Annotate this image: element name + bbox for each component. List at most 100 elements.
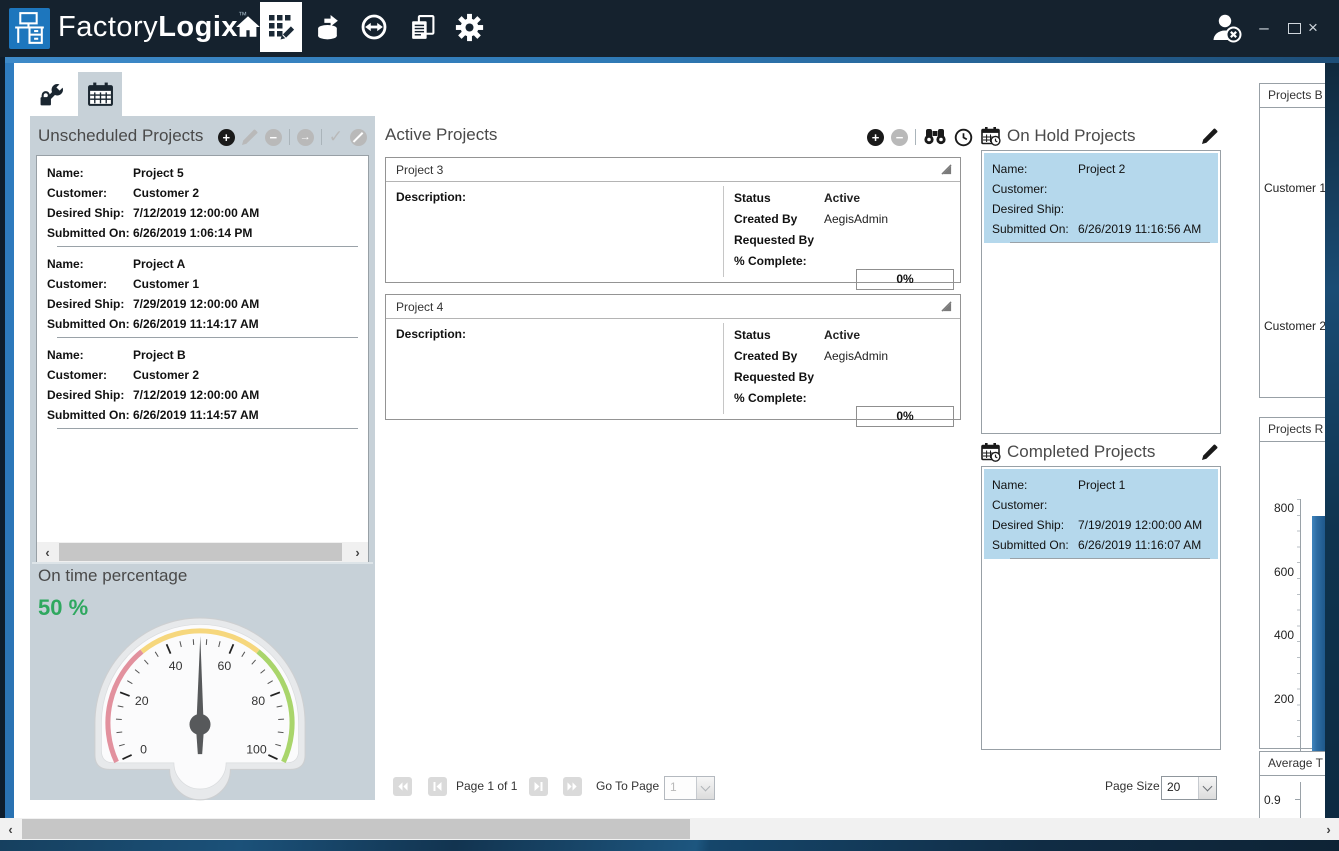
last-page-button[interactable] [563, 777, 582, 796]
active-projects-title: Active Projects [385, 125, 497, 145]
svg-text:40: 40 [169, 659, 183, 673]
nav-distribution-icon[interactable] [353, 2, 395, 52]
list-item[interactable]: Name:Project A Customer:Customer 1 Desir… [37, 247, 368, 334]
add-icon[interactable]: + [218, 129, 235, 146]
scroll-left-arrow[interactable]: ‹ [37, 542, 58, 562]
side-dashboards-clipped: Projects B Customer 1 Customer 2 Project… [1259, 63, 1325, 818]
user-logout-icon[interactable] [1210, 11, 1243, 44]
nav-documents-icon[interactable] [401, 2, 443, 52]
legend-label: Customer 1 [1264, 181, 1325, 195]
first-page-button[interactable] [393, 777, 412, 796]
edit-completed-icon[interactable] [1202, 444, 1218, 460]
list-item[interactable]: Name:Project B Customer:Customer 2 Desir… [37, 338, 368, 425]
svg-text:100: 100 [246, 743, 267, 757]
svg-text:60: 60 [218, 659, 232, 673]
panel-divider [32, 562, 373, 564]
list-item-selected[interactable]: Name:Project 1 Customer: Desired Ship:7/… [984, 469, 1218, 559]
percent-complete-field[interactable]: 0% [856, 269, 954, 290]
edit-on-hold-icon[interactable] [1202, 128, 1218, 144]
calendar-clock-icon [981, 126, 1001, 146]
description-label: Description: [396, 327, 466, 341]
previous-page-button[interactable] [428, 777, 447, 796]
created-by-value: AegisAdmin [824, 346, 888, 367]
y-axis [1300, 782, 1301, 818]
nav-planning-icon[interactable] [260, 2, 302, 52]
unscheduled-projects-title: Unscheduled Projects [38, 126, 203, 146]
chevron-down-icon[interactable] [696, 777, 714, 799]
window-horizontal-scrollbar[interactable]: ‹ › [0, 818, 1339, 840]
average-time-title: Average T [1260, 752, 1325, 776]
project-card: Project 4 Description: StatusActive Crea… [385, 294, 961, 420]
y-axis-tick [1295, 799, 1300, 800]
scroll-thumb[interactable] [22, 819, 690, 839]
completed-list: Name:Project 1 Customer: Desired Ship:7/… [981, 466, 1221, 750]
edit-icon[interactable] [242, 129, 258, 145]
scroll-thumb[interactable] [59, 543, 342, 561]
svg-text:20: 20 [135, 694, 149, 708]
cancel-icon[interactable] [350, 129, 367, 146]
y-tick: 800 [1260, 501, 1294, 515]
list-separator [57, 428, 358, 429]
list-horizontal-scrollbar[interactable]: ‹ › [37, 542, 368, 562]
close-button[interactable]: × [1300, 16, 1326, 40]
remove-icon[interactable]: − [891, 129, 908, 146]
page-size-label: Page Size [1105, 777, 1160, 796]
page-indicator: Page 1 of 1 [456, 777, 517, 796]
project-card-header: Project 4 [386, 295, 960, 319]
toolbar-separator [915, 129, 916, 145]
y-tick: 400 [1260, 628, 1294, 642]
list-separator [1010, 242, 1210, 243]
status-value: Active [824, 325, 860, 346]
window-frame-left [5, 63, 14, 818]
percent-complete-field[interactable]: 0% [856, 406, 954, 427]
window-frame-right [1325, 63, 1339, 818]
average-time-panel: Average T 0.9 [1259, 751, 1325, 818]
card-divider [723, 323, 724, 414]
brand-title: FactoryLogix™ [58, 10, 248, 44]
find-icon[interactable] [923, 127, 947, 147]
add-icon[interactable]: + [867, 129, 884, 146]
project-card-title: Project 4 [396, 300, 443, 314]
history-icon[interactable] [954, 128, 973, 147]
nav-production-icon[interactable] [307, 2, 349, 52]
tab-scheduling[interactable] [78, 72, 122, 116]
on-time-title: On time percentage [38, 566, 187, 586]
chevron-down-icon[interactable] [1198, 777, 1216, 799]
page-size-select[interactable]: 20 [1161, 776, 1217, 800]
y-axis-ticks [1297, 499, 1300, 768]
tab-configuration[interactable] [30, 72, 74, 116]
description-label: Description: [396, 190, 466, 204]
minimize-button[interactable]: – [1251, 16, 1277, 40]
scroll-left-arrow[interactable]: ‹ [0, 818, 21, 840]
move-right-icon[interactable]: → [297, 129, 314, 146]
on-hold-header: On Hold Projects [981, 126, 1136, 146]
remove-icon[interactable]: − [265, 129, 282, 146]
on-hold-list: Name:Project 2 Customer: Desired Ship: S… [981, 150, 1221, 434]
expand-icon[interactable] [941, 301, 952, 312]
scroll-right-arrow[interactable]: › [1318, 818, 1339, 840]
unscheduled-projects-panel: Unscheduled Projects + − → ✓ Name:Projec… [30, 116, 375, 800]
accept-icon[interactable]: ✓ [329, 127, 343, 147]
list-item[interactable]: Name:Project 5 Customer:Customer 2 Desir… [37, 156, 368, 243]
unscheduled-toolbar: + − → ✓ [218, 127, 367, 147]
nav-settings-icon[interactable] [448, 2, 490, 52]
scroll-right-arrow[interactable]: › [347, 542, 368, 562]
y-tick: 0.9 [1264, 793, 1281, 807]
toolbar-separator [321, 129, 322, 145]
projects-remaining-title: Projects R [1260, 418, 1325, 442]
project-card-title: Project 3 [396, 163, 443, 177]
created-by-value: AegisAdmin [824, 209, 888, 230]
unscheduled-projects-list: Name:Project 5 Customer:Customer 2 Desir… [36, 155, 369, 563]
factorylogix-window: FactoryLogix™ [0, 0, 1339, 851]
projects-by-customer-title: Projects B [1260, 84, 1325, 108]
project-card-header: Project 3 [386, 158, 960, 182]
goto-page-select[interactable]: 1 [664, 776, 715, 800]
expand-icon[interactable] [941, 164, 952, 175]
calendar-clock-icon [981, 442, 1001, 462]
list-item-selected[interactable]: Name:Project 2 Customer: Desired Ship: S… [984, 153, 1218, 243]
on-time-gauge: 020406080100 [84, 614, 316, 803]
card-divider [723, 186, 724, 277]
project-card-body: Description: StatusActive Created ByAegi… [386, 319, 960, 418]
y-axis [1300, 499, 1301, 768]
next-page-button[interactable] [529, 777, 548, 796]
